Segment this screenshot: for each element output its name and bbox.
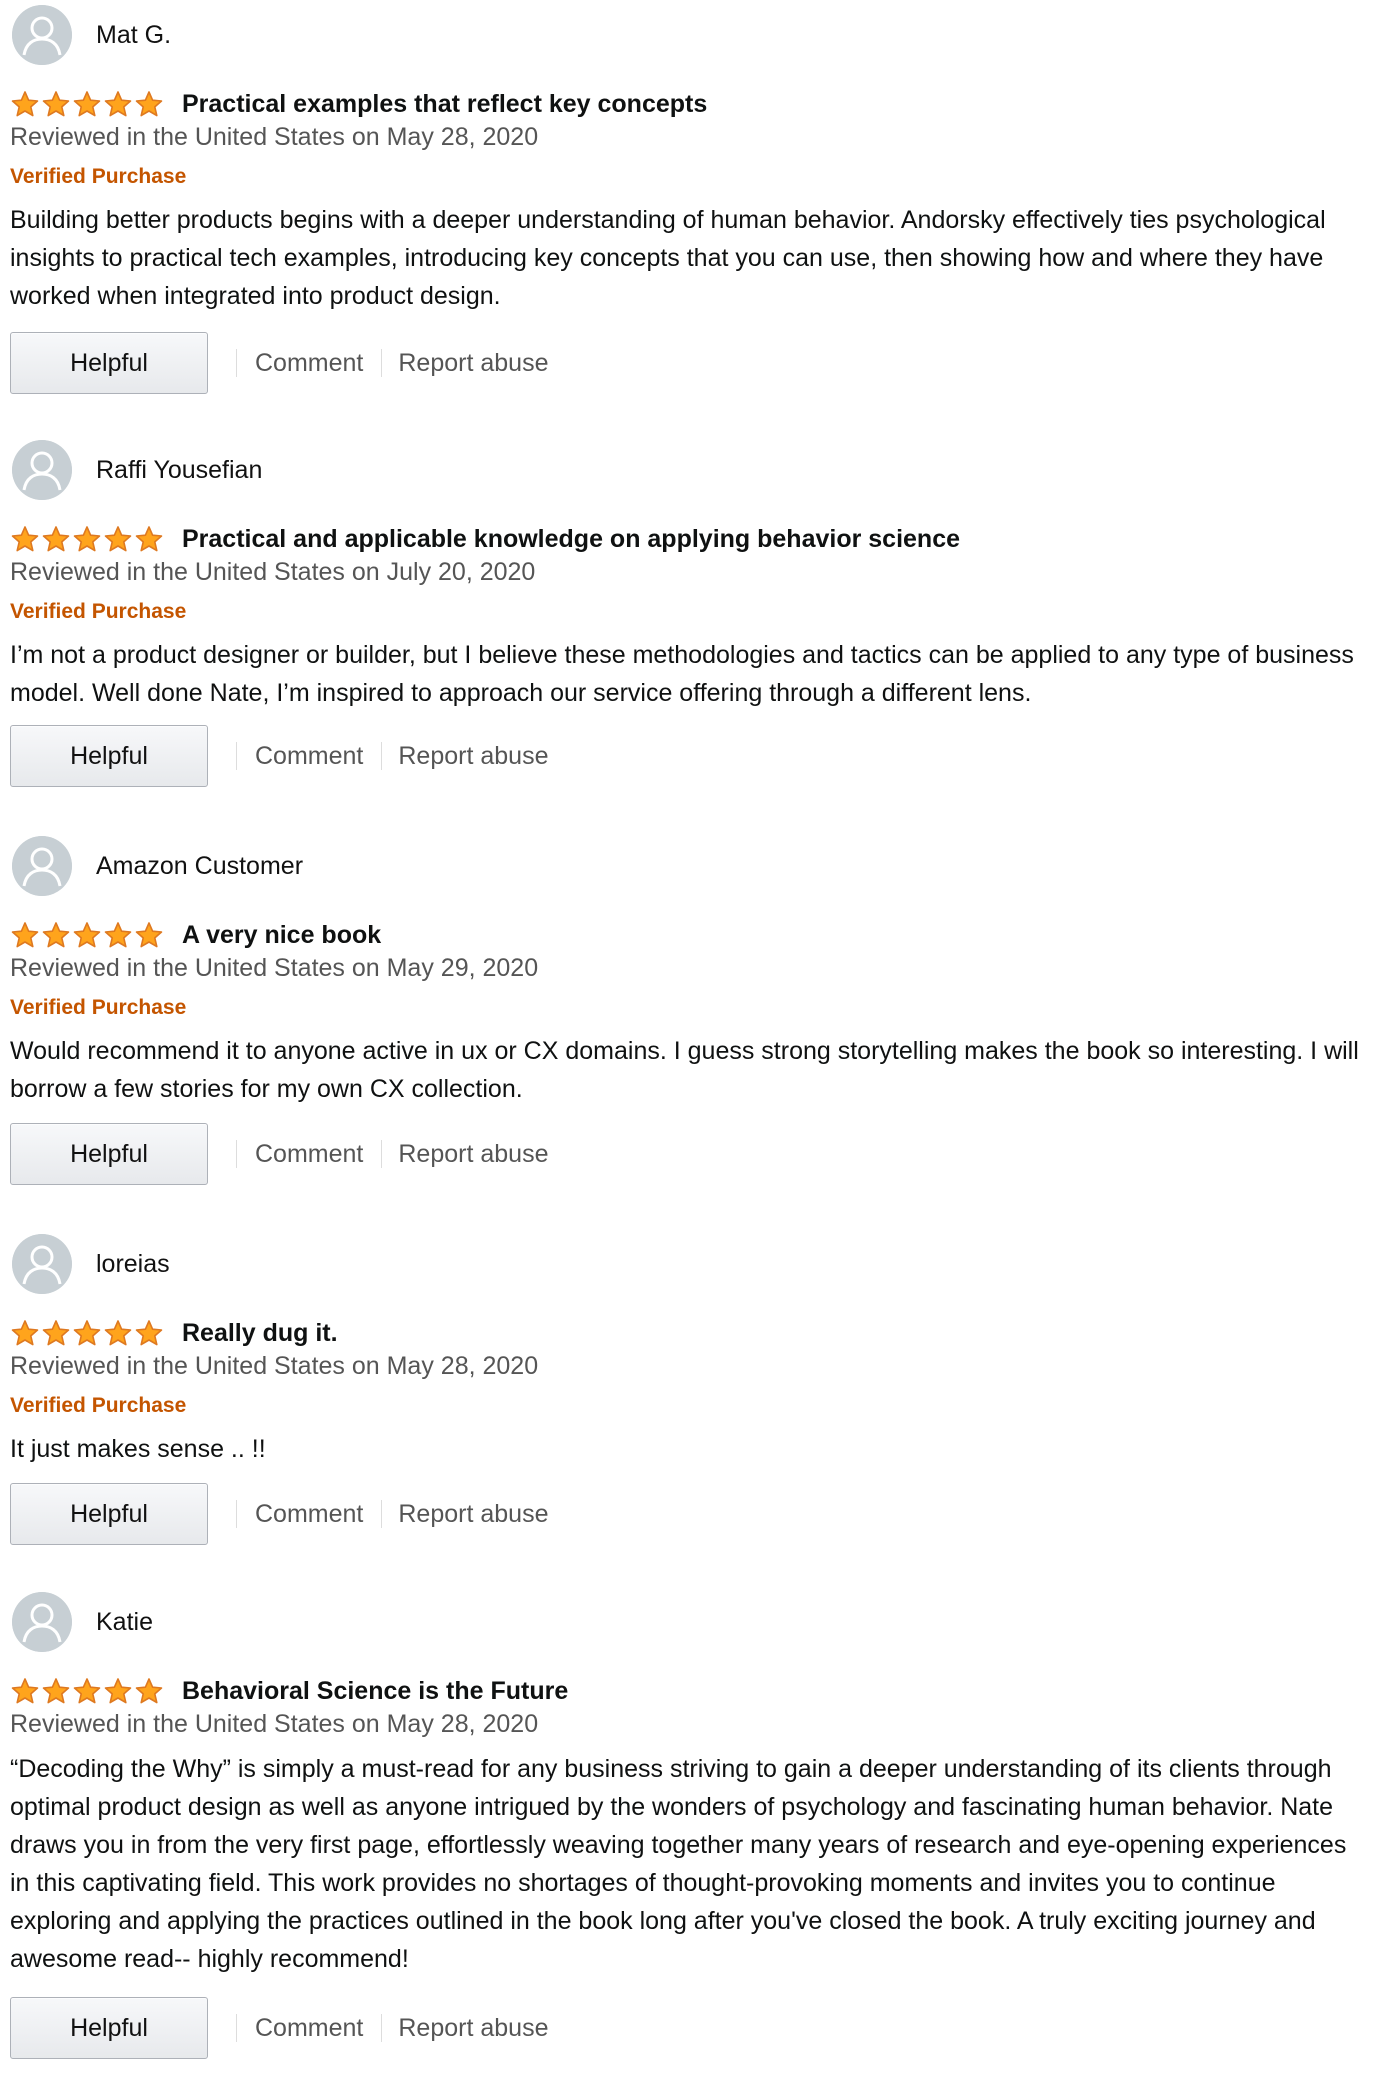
report-abuse-link[interactable]: Report abuse	[398, 742, 548, 771]
star-icon	[134, 921, 164, 949]
divider	[236, 2014, 237, 2042]
review-date: Reviewed in the United States on May 28,…	[10, 1352, 539, 1380]
reviewer-name: Amazon Customer	[96, 851, 304, 880]
star-icon	[41, 90, 71, 118]
star-icon	[10, 90, 40, 118]
report-abuse-link[interactable]: Report abuse	[398, 1500, 548, 1529]
avatar-icon	[12, 5, 72, 65]
star-icon	[41, 1319, 71, 1347]
star-rating[interactable]	[10, 1319, 164, 1347]
divider	[381, 1500, 383, 1528]
star-icon	[10, 1319, 40, 1347]
star-rating[interactable]	[10, 1677, 164, 1705]
divider	[381, 349, 383, 377]
report-abuse-link[interactable]: Report abuse	[398, 1140, 548, 1169]
star-icon	[72, 525, 102, 553]
review-title[interactable]: Behavioral Science is the Future	[182, 1677, 568, 1706]
star-icon	[103, 1319, 133, 1347]
reviewer-profile[interactable]: loreias	[12, 1234, 170, 1294]
report-abuse-link[interactable]: Report abuse	[398, 349, 548, 378]
report-abuse-link[interactable]: Report abuse	[398, 2014, 548, 2043]
star-icon	[103, 90, 133, 118]
verified-purchase-badge[interactable]: Verified Purchase	[10, 165, 186, 189]
star-icon	[72, 1319, 102, 1347]
review-body: I’m not a product designer or builder, b…	[10, 641, 1354, 707]
comment-link[interactable]: Comment	[255, 1140, 363, 1169]
reviewer-name: Raffi Yousefian	[96, 455, 263, 484]
avatar-icon	[12, 836, 72, 896]
review-title[interactable]: Practical examples that reflect key conc…	[182, 90, 707, 119]
star-rating[interactable]	[10, 90, 164, 118]
star-icon	[72, 1677, 102, 1705]
review-body: Would recommend it to anyone active in u…	[10, 1037, 1359, 1103]
verified-purchase-badge[interactable]: Verified Purchase	[10, 996, 186, 1020]
star-icon	[134, 1677, 164, 1705]
star-icon	[134, 525, 164, 553]
review-date: Reviewed in the United States on May 29,…	[10, 954, 539, 982]
star-icon	[72, 921, 102, 949]
star-icon	[103, 1677, 133, 1705]
comment-link[interactable]: Comment	[255, 742, 363, 771]
reviewer-profile[interactable]: Katie	[12, 1592, 153, 1652]
review-date: Reviewed in the United States on May 28,…	[10, 1710, 539, 1738]
star-icon	[103, 525, 133, 553]
divider	[236, 1500, 237, 1528]
review-date: Reviewed in the United States on May 28,…	[10, 123, 539, 151]
review-body: Building better products begins with a d…	[10, 206, 1326, 310]
verified-purchase-badge[interactable]: Verified Purchase	[10, 1394, 186, 1418]
reviewer-profile[interactable]: Amazon Customer	[12, 836, 303, 896]
reviewer-name: Mat G.	[96, 20, 172, 49]
star-icon	[72, 90, 102, 118]
reviewer-name: Katie	[96, 1607, 153, 1636]
star-icon	[103, 921, 133, 949]
avatar-icon	[12, 1592, 72, 1652]
review-title[interactable]: A very nice book	[182, 921, 381, 950]
divider	[236, 1140, 237, 1168]
comment-link[interactable]: Comment	[255, 349, 363, 378]
comment-link[interactable]: Comment	[255, 1500, 363, 1529]
helpful-button[interactable]: Helpful	[10, 725, 208, 787]
reviewer-profile[interactable]: Raffi Yousefian	[12, 440, 262, 500]
review-body: It just makes sense .. !!	[10, 1435, 266, 1463]
helpful-button[interactable]: Helpful	[10, 1483, 208, 1545]
star-icon	[41, 1677, 71, 1705]
star-rating[interactable]	[10, 525, 164, 553]
divider	[381, 1140, 383, 1168]
star-icon	[10, 1677, 40, 1705]
divider	[236, 742, 237, 770]
star-rating[interactable]	[10, 921, 164, 949]
divider	[381, 742, 383, 770]
star-icon	[41, 921, 71, 949]
helpful-button[interactable]: Helpful	[10, 1997, 208, 2059]
star-icon	[41, 525, 71, 553]
reviews-list: Mat G. Practical examples that reflect k…	[0, 0, 1384, 2086]
divider	[236, 349, 237, 377]
review-date: Reviewed in the United States on July 20…	[10, 558, 536, 586]
verified-purchase-badge[interactable]: Verified Purchase	[10, 600, 186, 624]
star-icon	[10, 525, 40, 553]
divider	[381, 2014, 383, 2042]
helpful-button[interactable]: Helpful	[10, 332, 208, 394]
reviewer-name: loreias	[96, 1249, 170, 1278]
comment-link[interactable]: Comment	[255, 2014, 363, 2043]
review-body: “Decoding the Why” is simply a must-read…	[10, 1755, 1347, 1973]
reviewer-profile[interactable]: Mat G.	[12, 5, 171, 65]
review-title[interactable]: Really dug it.	[182, 1319, 338, 1348]
star-icon	[10, 921, 40, 949]
avatar-icon	[12, 1234, 72, 1294]
star-icon	[134, 90, 164, 118]
avatar-icon	[12, 440, 72, 500]
review-title[interactable]: Practical and applicable knowledge on ap…	[182, 525, 960, 554]
helpful-button[interactable]: Helpful	[10, 1123, 208, 1185]
star-icon	[134, 1319, 164, 1347]
